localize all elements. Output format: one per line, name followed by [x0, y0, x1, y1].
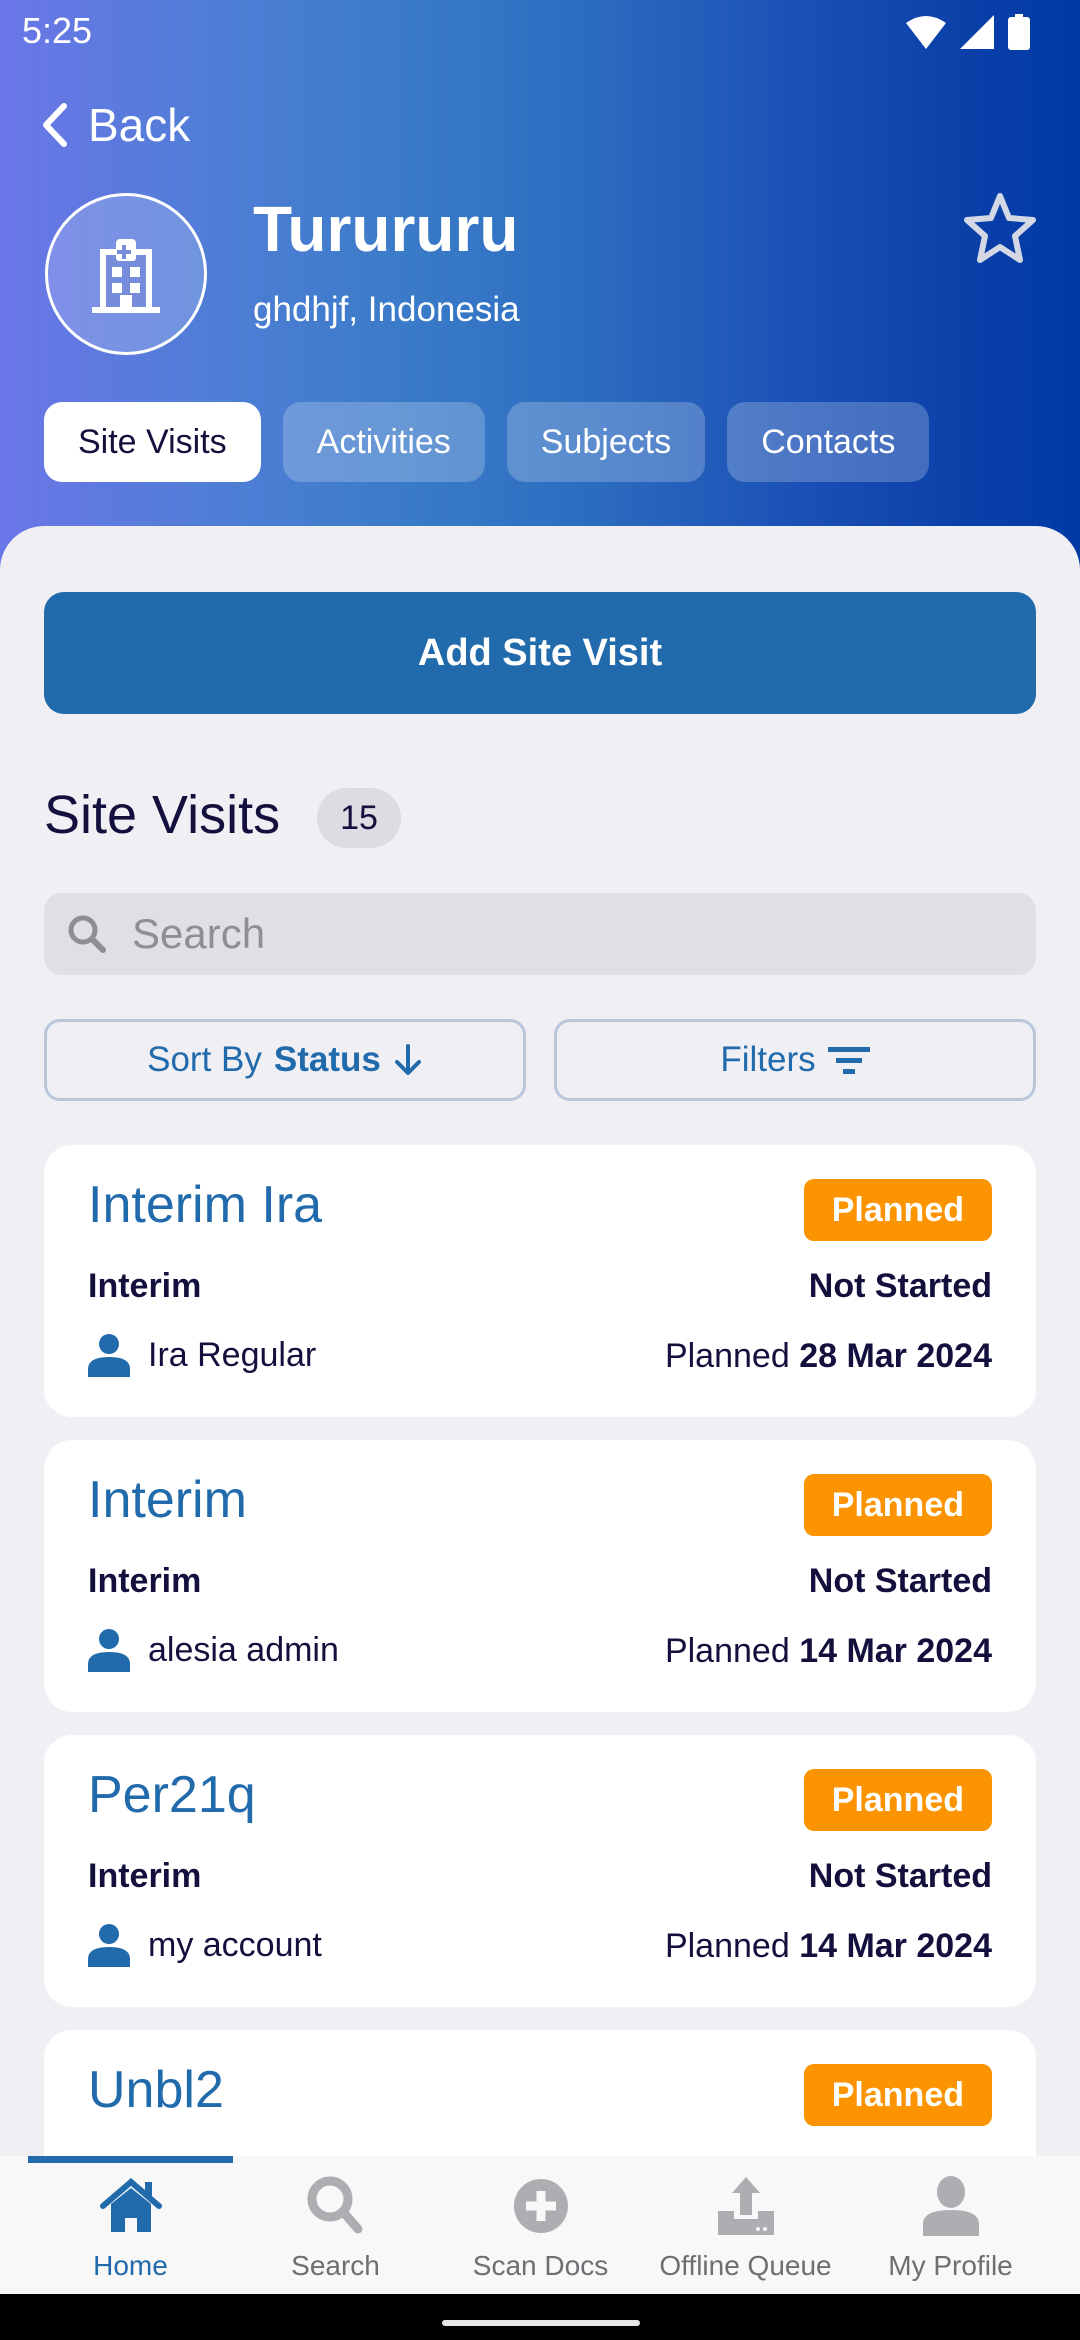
status-icons — [906, 14, 1030, 50]
visit-person: my account — [88, 1923, 322, 1967]
site-name: Turururu — [253, 193, 519, 265]
date-prefix: Planned — [664, 1632, 790, 1670]
person-icon — [88, 1334, 130, 1377]
status-bar: 5:25 — [0, 0, 1080, 66]
favorite-star-icon[interactable] — [962, 190, 1038, 266]
date-value: 28 Mar 2024 — [799, 1337, 992, 1375]
status-badge: Planned — [803, 1179, 992, 1241]
search-input[interactable] — [132, 893, 1012, 975]
sort-button[interactable]: Sort By Status — [44, 1019, 526, 1101]
tab-contacts[interactable]: Contacts — [727, 402, 930, 482]
plus-circle-icon — [513, 2179, 568, 2233]
nav-active-indicator — [28, 2156, 233, 2163]
system-navigation-bar — [0, 2294, 1080, 2340]
visit-card[interactable]: Interim Planned Interim Not Started ales… — [44, 1440, 1036, 1712]
person-icon — [922, 2176, 979, 2236]
date-prefix: Planned — [664, 1927, 790, 1965]
nav-label: Home — [93, 2250, 168, 2281]
count-badge: 15 — [317, 788, 401, 848]
person-icon — [88, 1924, 130, 1967]
filter-icon — [827, 1047, 870, 1074]
site-header: 5:25 Back Turururu ghdhjf, Indonesia Sit… — [0, 0, 1080, 600]
visit-title: Per21q — [88, 1766, 256, 1824]
visit-card[interactable]: Per21q Planned Interim Not Started my ac… — [44, 1735, 1036, 2007]
visit-status: Not Started — [808, 1267, 992, 1305]
search-bar — [44, 893, 1036, 975]
filters-button[interactable]: Filters — [554, 1019, 1036, 1101]
bottom-nav: Home Search Scan Docs Offline Queue My P… — [0, 2156, 1080, 2294]
nav-label: Offline Queue — [659, 2250, 832, 2281]
back-button[interactable]: Back — [40, 98, 190, 152]
home-icon — [99, 2178, 162, 2232]
person-name: alesia admin — [148, 1630, 339, 1669]
visit-date: Planned 14 Mar 2024 — [665, 1927, 992, 1966]
visit-type: Interim — [88, 1857, 202, 1895]
battery-icon — [1008, 14, 1030, 50]
add-site-visit-button[interactable]: Add Site Visit — [44, 592, 1036, 714]
visit-title: Unbl2 — [88, 2061, 224, 2119]
arrow-down-icon — [394, 1044, 421, 1075]
back-label: Back — [88, 99, 191, 151]
status-badge: Planned — [803, 1474, 992, 1536]
status-badge: Planned — [803, 1769, 992, 1831]
tab-site-visits[interactable]: Site Visits — [44, 402, 261, 482]
section-title: Site Visits — [44, 785, 281, 845]
filters-label: Filters — [720, 1040, 816, 1079]
nav-label: Search — [291, 2250, 380, 2281]
search-icon — [68, 915, 106, 953]
visit-title: Interim Ira — [88, 1176, 323, 1234]
nav-my-profile[interactable]: My Profile — [848, 2170, 1053, 2290]
visit-title: Interim — [88, 1471, 247, 1529]
tab-activities[interactable]: Activities — [282, 402, 485, 482]
search-icon — [307, 2176, 362, 2234]
visit-person: Ira Regular — [88, 1333, 316, 1377]
nav-scan-docs[interactable]: Scan Docs — [438, 2170, 643, 2290]
date-value: 14 Mar 2024 — [799, 1632, 992, 1670]
visit-date: Planned 14 Mar 2024 — [665, 1632, 992, 1671]
site-location: ghdhjf, Indonesia — [253, 290, 520, 329]
chevron-left-icon — [43, 103, 67, 147]
nav-search[interactable]: Search — [233, 2170, 438, 2290]
signal-icon — [960, 15, 994, 49]
visit-type: Interim — [88, 1267, 202, 1305]
wifi-icon — [906, 16, 946, 49]
nav-home[interactable]: Home — [28, 2170, 233, 2290]
visit-card[interactable]: Interim Ira Planned Interim Not Started … — [44, 1145, 1036, 1417]
sort-field: Status — [273, 1040, 381, 1079]
status-time: 5:25 — [22, 10, 93, 51]
visit-date: Planned 28 Mar 2024 — [665, 1337, 992, 1376]
nav-label: My Profile — [888, 2250, 1013, 2281]
site-avatar — [45, 193, 207, 355]
tab-subjects[interactable]: Subjects — [506, 402, 706, 482]
nav-offline-queue[interactable]: Offline Queue — [643, 2170, 848, 2290]
person-name: Ira Regular — [148, 1335, 317, 1374]
hospital-icon — [92, 239, 160, 313]
content-panel: Add Site Visit Site Visits 15 Sort By St… — [0, 526, 1080, 2302]
visit-status: Not Started — [808, 1562, 992, 1600]
sort-prefix: Sort By — [147, 1040, 262, 1079]
home-gesture-handle[interactable] — [442, 2320, 640, 2326]
date-prefix: Planned — [664, 1337, 790, 1375]
date-value: 14 Mar 2024 — [799, 1927, 992, 1965]
tab-bar: Site Visits Activities Subjects Contacts — [44, 402, 930, 482]
status-badge: Planned — [803, 2064, 992, 2126]
visit-type: Interim — [88, 1562, 202, 1600]
person-name: my account — [148, 1925, 322, 1964]
visit-person: alesia admin — [88, 1628, 339, 1672]
nav-label: Scan Docs — [472, 2250, 609, 2281]
visit-status: Not Started — [808, 1857, 992, 1895]
upload-icon — [717, 2177, 774, 2235]
person-icon — [88, 1629, 130, 1672]
